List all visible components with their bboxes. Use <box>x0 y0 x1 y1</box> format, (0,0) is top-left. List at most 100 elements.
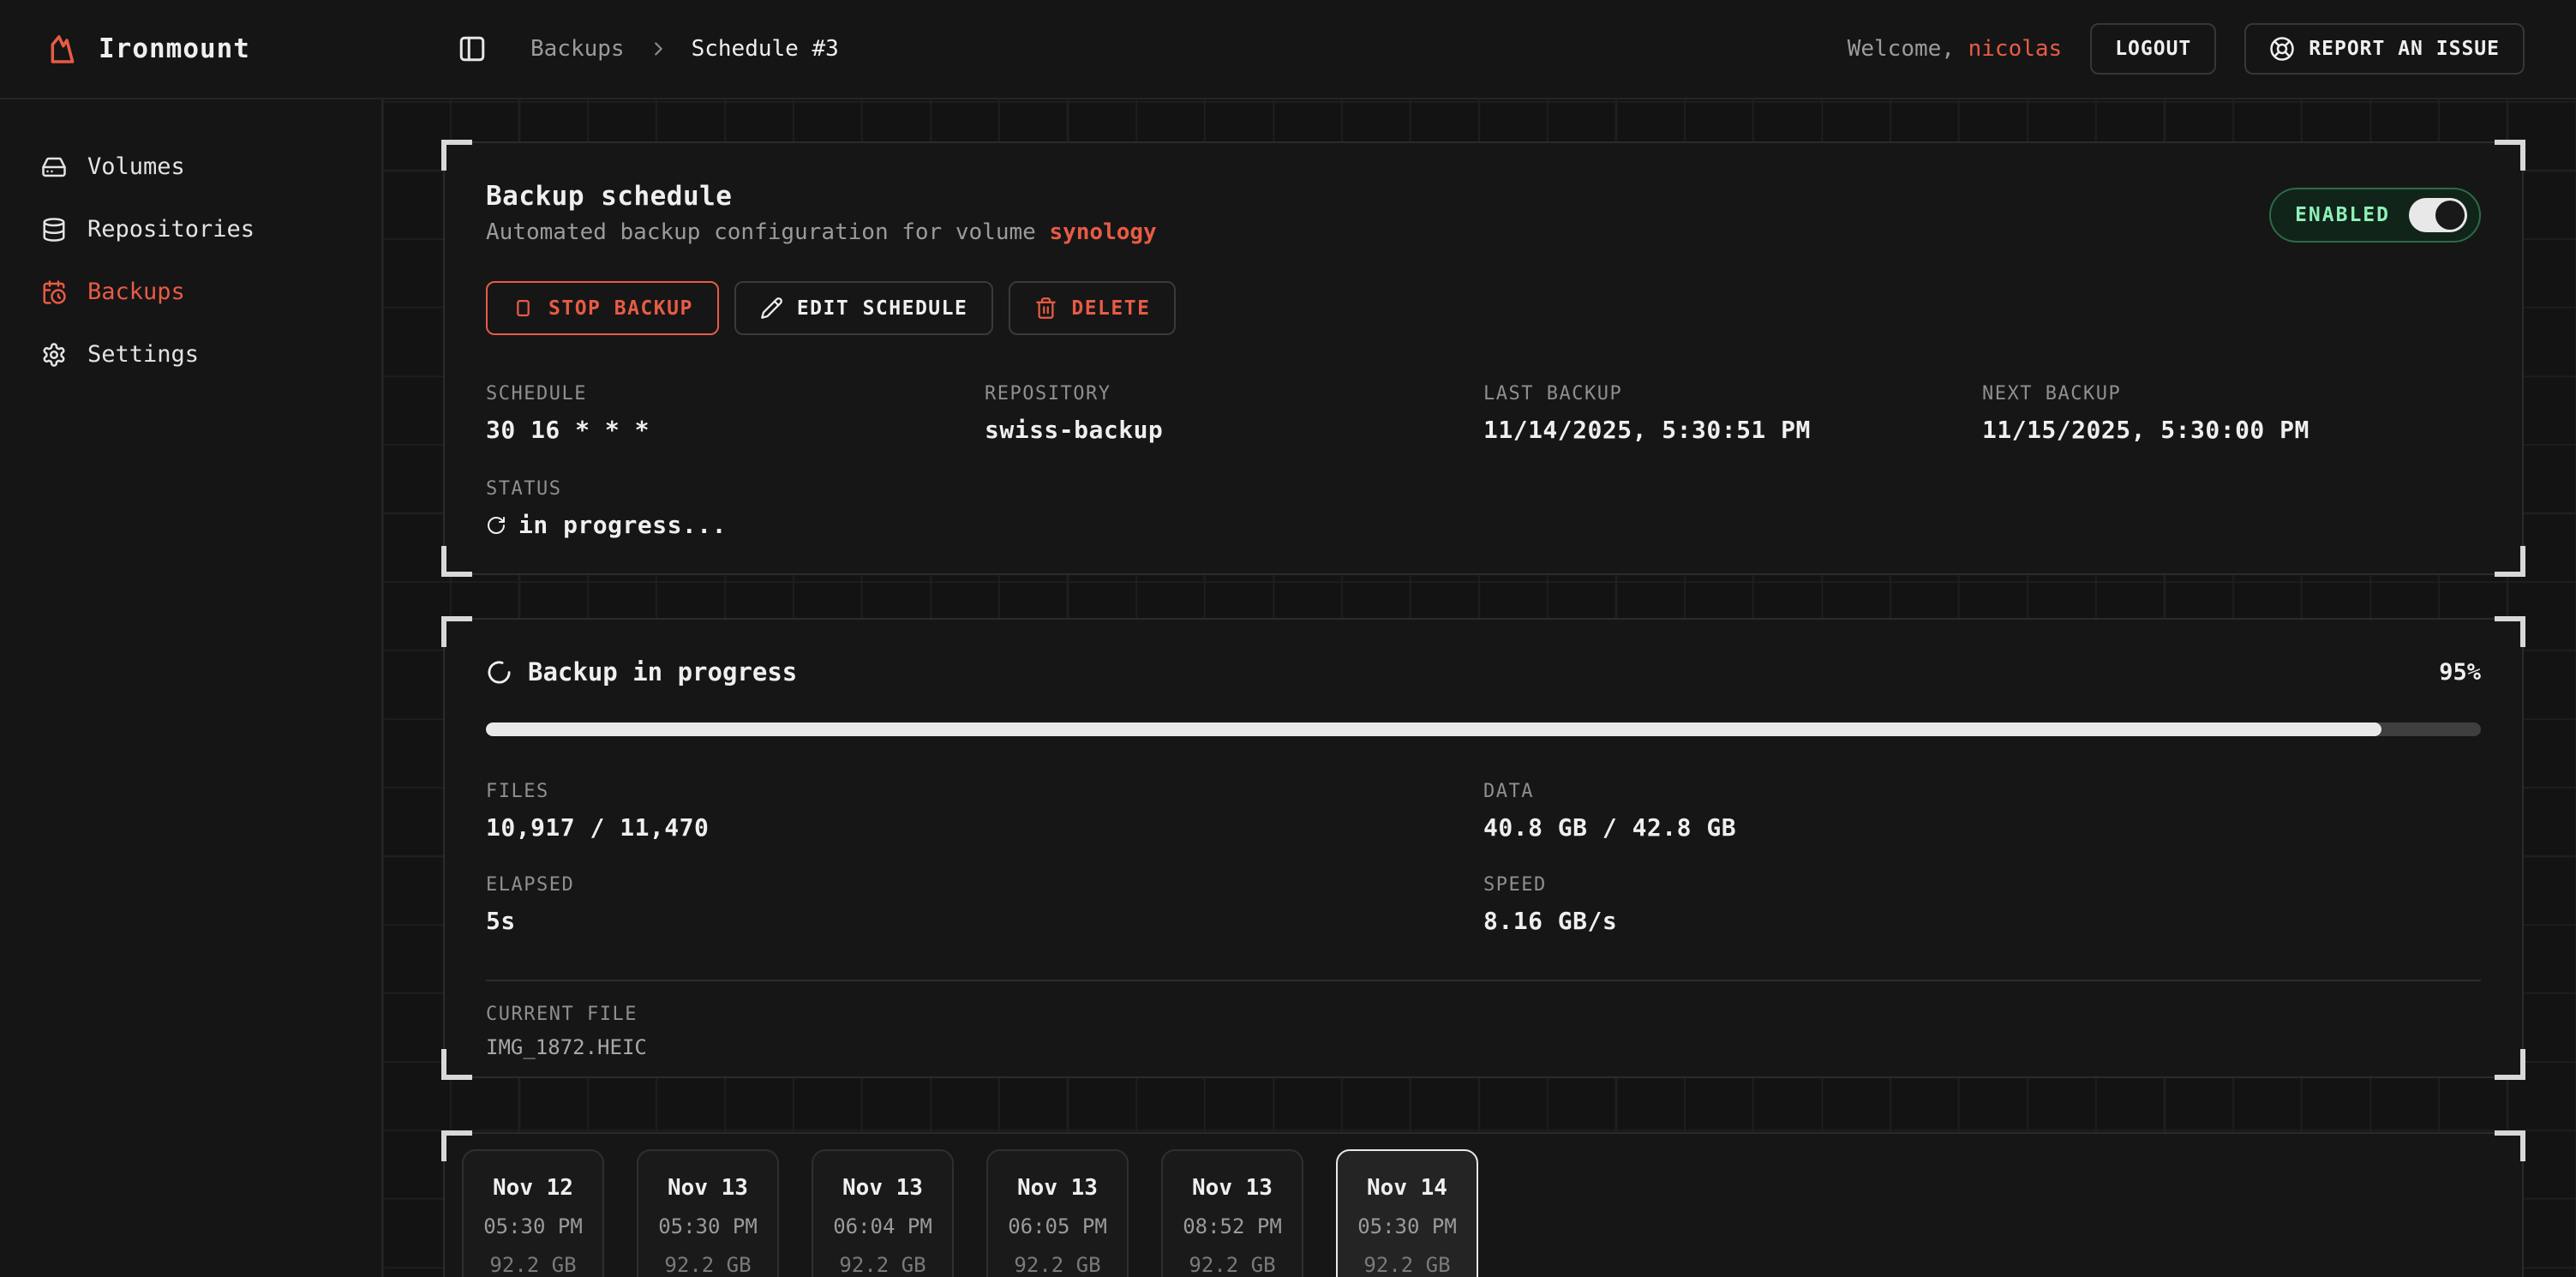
stop-backup-button[interactable]: STOP BACKUP <box>486 281 719 335</box>
sidebar-toggle-icon[interactable] <box>457 33 488 64</box>
corner-bracket <box>2495 616 2525 647</box>
edit-schedule-label: EDIT SCHEDULE <box>797 297 968 320</box>
snapshot-size: 92.2 GB <box>1014 1253 1100 1277</box>
field-value: 10,917 / 11,470 <box>486 813 1483 842</box>
field-value: 11/15/2025, 5:30:00 PM <box>1982 416 2481 444</box>
app-header: Ironmount Backups Schedule #3 Welcome, n… <box>0 0 2576 99</box>
brand-title: Ironmount <box>99 33 250 64</box>
snapshot-size: 92.2 GB <box>1363 1253 1450 1277</box>
corner-bracket <box>2495 1130 2525 1161</box>
field-label: CURRENT FILE <box>486 1004 2481 1025</box>
corner-bracket <box>441 546 472 577</box>
gear-icon <box>41 342 67 368</box>
sidebar: Volumes Repositories Backups <box>0 99 383 1277</box>
field-label: SCHEDULE <box>486 383 985 405</box>
stat-elapsed: ELAPSED 5s <box>486 874 1483 935</box>
snapshots-card: Nov 12 05:30 PM 92.2 GB Nov 13 05:30 PM … <box>443 1132 2524 1277</box>
chevron-right-icon <box>649 39 668 58</box>
status-value: in progress... <box>486 511 2481 539</box>
corner-bracket <box>441 1049 472 1080</box>
corner-bracket <box>2495 1049 2525 1080</box>
lifebuoy-icon <box>2269 36 2295 62</box>
snapshot-size: 92.2 GB <box>489 1253 576 1277</box>
card-heading: Backup schedule Automated backup configu… <box>486 181 1157 245</box>
sidebar-item-settings[interactable]: Settings <box>0 323 381 386</box>
corner-bracket <box>441 1130 472 1161</box>
stat-files: FILES 10,917 / 11,470 <box>486 781 1483 842</box>
field-label: FILES <box>486 781 1483 802</box>
volume-name: synology <box>1049 219 1156 245</box>
progress-header: Backup in progress 95% <box>486 657 2481 686</box>
pencil-icon <box>760 297 783 320</box>
field-value: 30 16 * * * <box>486 416 985 444</box>
current-file-value: IMG_1872.HEIC <box>486 1035 2481 1059</box>
current-file: CURRENT FILE IMG_1872.HEIC <box>486 1004 2481 1059</box>
field-value: 40.8 GB / 42.8 GB <box>1483 813 2481 842</box>
snapshot-item[interactable]: Nov 12 05:30 PM 92.2 GB <box>462 1149 604 1277</box>
snapshot-item[interactable]: Nov 13 06:05 PM 92.2 GB <box>986 1149 1129 1277</box>
report-issue-button[interactable]: REPORT AN ISSUE <box>2244 23 2525 75</box>
field-schedule: SCHEDULE 30 16 * * * <box>486 383 985 444</box>
snapshot-item[interactable]: Nov 13 05:30 PM 92.2 GB <box>637 1149 779 1277</box>
snapshot-time: 05:30 PM <box>483 1214 583 1238</box>
snapshot-time: 05:30 PM <box>1357 1214 1457 1238</box>
spinner-icon <box>486 515 506 536</box>
backup-schedule-card: Backup schedule Automated backup configu… <box>443 141 2524 575</box>
loader-icon <box>486 659 512 686</box>
progress-stats: FILES 10,917 / 11,470 DATA 40.8 GB / 42.… <box>486 781 2481 935</box>
sidebar-item-label: Repositories <box>87 216 255 243</box>
stat-data: DATA 40.8 GB / 42.8 GB <box>1483 781 2481 842</box>
field-value: swiss-backup <box>985 416 1483 444</box>
report-issue-button-label: REPORT AN ISSUE <box>2309 38 2500 60</box>
snapshot-item[interactable]: Nov 13 06:04 PM 92.2 GB <box>812 1149 954 1277</box>
sidebar-item-label: Backups <box>87 279 185 305</box>
snapshot-size: 92.2 GB <box>839 1253 926 1277</box>
field-label: SPEED <box>1483 874 2481 896</box>
corner-bracket <box>2495 140 2525 171</box>
breadcrumb: Backups Schedule #3 <box>457 33 839 64</box>
delete-button[interactable]: DELETE <box>1009 281 1176 335</box>
snapshot-item[interactable]: Nov 13 08:52 PM 92.2 GB <box>1161 1149 1303 1277</box>
snapshot-time: 05:30 PM <box>658 1214 758 1238</box>
mountain-logo-icon <box>45 32 80 66</box>
field-label: DATA <box>1483 781 2481 802</box>
field-label: LAST BACKUP <box>1483 383 1982 405</box>
hard-drive-icon <box>41 154 67 180</box>
field-next-backup: NEXT BACKUP 11/15/2025, 5:30:00 PM <box>1982 383 2481 444</box>
snapshot-date: Nov 13 <box>668 1175 748 1201</box>
divider <box>486 980 2481 981</box>
stop-backup-label: STOP BACKUP <box>548 297 693 320</box>
snapshot-item-selected[interactable]: Nov 14 05:30 PM 92.2 GB <box>1336 1149 1478 1277</box>
progress-bar-fill <box>486 722 2381 736</box>
trash-icon <box>1034 297 1057 320</box>
sidebar-item-label: Settings <box>87 341 199 368</box>
toggle-switch[interactable] <box>2409 198 2467 232</box>
corner-bracket <box>441 616 472 647</box>
progress-bar <box>486 722 2481 736</box>
edit-schedule-button[interactable]: EDIT SCHEDULE <box>734 281 994 335</box>
sidebar-item-volumes[interactable]: Volumes <box>0 135 381 198</box>
field-label: REPOSITORY <box>985 383 1483 405</box>
field-value: 8.16 GB/s <box>1483 907 2481 935</box>
snapshot-date: Nov 12 <box>493 1175 573 1201</box>
card-title: Backup schedule <box>486 181 1157 212</box>
field-last-backup: LAST BACKUP 11/14/2025, 5:30:51 PM <box>1483 383 1982 444</box>
field-status: STATUS in progress... <box>486 478 2481 539</box>
enabled-toggle[interactable]: ENABLED <box>2269 188 2481 243</box>
database-icon <box>41 217 67 243</box>
logout-button-label: LOGOUT <box>2115 38 2191 60</box>
progress-percent: 95% <box>2439 659 2481 686</box>
breadcrumb-section[interactable]: Backups <box>530 36 625 62</box>
delete-label: DELETE <box>1071 297 1150 320</box>
backup-progress-card: Backup in progress 95% FILES 10,917 / 11… <box>443 618 2524 1078</box>
snapshot-size: 92.2 GB <box>1189 1253 1275 1277</box>
toggle-knob <box>2435 201 2465 230</box>
sidebar-item-backups[interactable]: Backups <box>0 261 381 323</box>
snapshot-date: Nov 13 <box>1192 1175 1273 1201</box>
schedule-actions: STOP BACKUP EDIT SCHEDULE DELETE <box>486 281 2481 335</box>
enabled-toggle-label: ENABLED <box>2295 204 2390 226</box>
snapshot-time: 06:04 PM <box>833 1214 932 1238</box>
logout-button[interactable]: LOGOUT <box>2090 23 2216 75</box>
main-content: Backup schedule Automated backup configu… <box>383 99 2576 1277</box>
sidebar-item-repositories[interactable]: Repositories <box>0 198 381 261</box>
